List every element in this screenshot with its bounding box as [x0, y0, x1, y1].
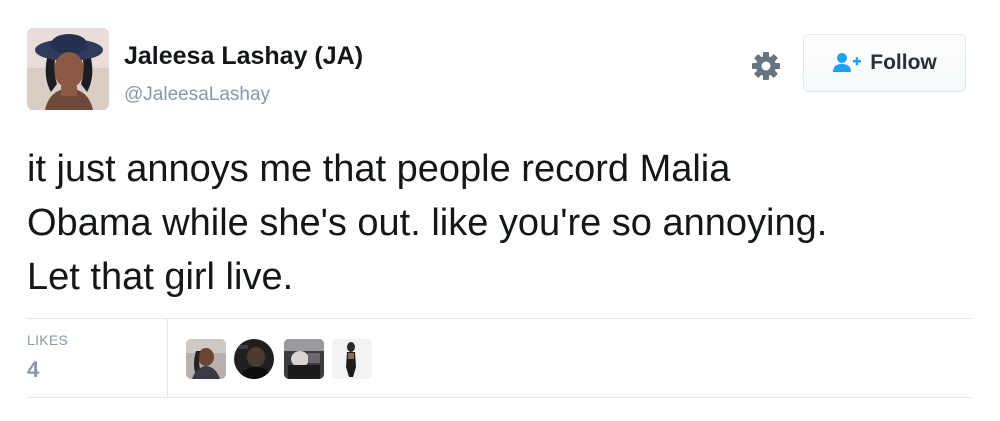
- divider: [167, 319, 168, 397]
- divider: [27, 397, 972, 398]
- tweet-text: it just annoys me that people record Mal…: [27, 148, 828, 298]
- divider: [27, 318, 972, 319]
- tweet-card: Jaleesa Lashay (JA) @JaleesaLashay Follo…: [0, 0, 1000, 421]
- liker-avatar-1[interactable]: [186, 339, 226, 379]
- follow-person-icon: [832, 52, 862, 74]
- liker-avatar-2[interactable]: [234, 339, 274, 379]
- author-avatar[interactable]: [27, 28, 109, 110]
- follow-button-label: Follow: [870, 51, 937, 74]
- likes-count[interactable]: 4: [27, 357, 39, 383]
- author-name[interactable]: Jaleesa Lashay (JA): [124, 42, 363, 71]
- liker-avatar-3[interactable]: [284, 339, 324, 379]
- gear-icon[interactable]: [750, 50, 782, 82]
- follow-button[interactable]: Follow: [803, 34, 966, 92]
- likes-label: LIKES: [27, 332, 69, 348]
- author-handle[interactable]: @JaleesaLashay: [124, 84, 270, 106]
- liker-avatar-4[interactable]: [332, 339, 372, 379]
